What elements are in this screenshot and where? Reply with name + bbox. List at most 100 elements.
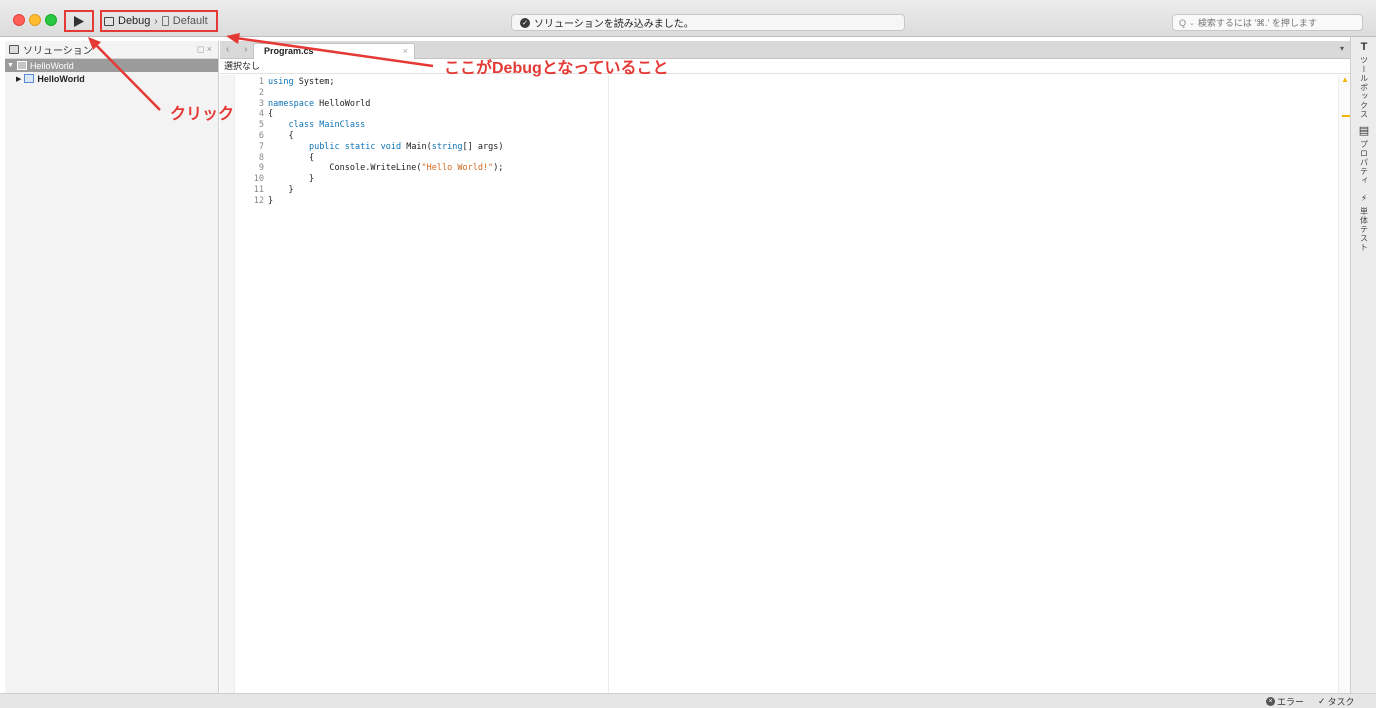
code-token: string [431, 141, 463, 152]
code-line[interactable]: 7 public static void Main(string[] args) [248, 141, 504, 153]
code-token: { [268, 152, 315, 163]
code-text: class MainClass [268, 120, 365, 131]
code-text: public static void Main(string[] args) [268, 141, 504, 153]
code-text: } [268, 196, 273, 207]
dock-toolbox[interactable]: T ツールボックス [1351, 41, 1376, 119]
tasks-label: タスク [1327, 697, 1355, 707]
code-token: { [268, 130, 294, 141]
code-text: { [268, 109, 273, 120]
status-message: ソリューションを読み込みました。 [534, 19, 694, 30]
code-line[interactable]: 8 { [248, 153, 503, 164]
properties-icon: ▤ [1358, 125, 1370, 137]
code-line[interactable]: 1 using System; [248, 77, 503, 88]
code-line[interactable]: 6 { [248, 131, 503, 142]
line-number: 1 [258, 77, 264, 87]
errors-label: エラー [1277, 697, 1305, 707]
collapse-triangle-icon[interactable]: ▶ [16, 75, 21, 83]
tab-program-cs[interactable]: Program.cs × [253, 43, 415, 59]
document-tab-bar: ‹ › Program.cs × ▾ [220, 41, 1350, 59]
play-icon [74, 15, 84, 27]
code-area[interactable]: 1 using System; 2 3 namespace HelloWorld 4{5 … [248, 77, 504, 207]
code-token: } [268, 184, 294, 195]
dock-properties-label: プロパティ [1359, 140, 1369, 185]
right-dock: T ツールボックス ▤ プロパティ ⚡ 単体テスト [1350, 37, 1376, 693]
code-token: MainClass [314, 120, 366, 131]
overview-ruler[interactable]: ▲ [1338, 75, 1350, 693]
line-number: 6 [258, 130, 264, 141]
code-token: ); [493, 163, 504, 174]
dock-properties[interactable]: ▤ プロパティ [1351, 124, 1376, 185]
path-bar[interactable]: 選択なし [220, 59, 1350, 74]
dock-toolbox-label: ツールボックス [1359, 56, 1369, 119]
line-number: 9 [258, 163, 264, 174]
line-number: 12 [253, 195, 264, 206]
code-token: class [288, 120, 315, 131]
code-token: "Hello World!" [421, 163, 494, 174]
path-selection: 選択なし [224, 61, 261, 71]
tree-item-label: HelloWorld [37, 73, 85, 84]
code-token: System; [293, 77, 335, 87]
code-line[interactable]: 5 class MainClass [248, 120, 503, 131]
configuration-selector[interactable]: Debug › Default [104, 12, 208, 30]
line-number: 5 [258, 120, 264, 131]
zoom-window-button[interactable] [45, 14, 57, 26]
code-token: } [268, 195, 274, 206]
solution-pad-title: ソリューション [23, 46, 93, 57]
editor-gutter [220, 75, 235, 693]
tree-item-solution[interactable]: ▼ HelloWorld [5, 59, 218, 72]
code-token: using [268, 77, 294, 87]
line-number: 4 [258, 109, 264, 120]
code-token: HelloWorld [314, 98, 371, 109]
annotation-click: クリック [170, 106, 235, 123]
code-line[interactable]: 11 } [248, 185, 503, 196]
code-text: } [268, 184, 294, 196]
project-icon [24, 74, 35, 83]
code-line[interactable]: 2 [248, 88, 503, 99]
tasks-button[interactable]: ✓ タスク [1318, 695, 1355, 708]
window-icon [104, 16, 114, 26]
code-editor[interactable]: 1 using System; 2 3 namespace HelloWorld 4{5 … [220, 75, 1350, 693]
code-text: } [268, 174, 314, 185]
solution-pad-icon [9, 45, 19, 54]
code-line[interactable]: 4{ [248, 109, 503, 120]
code-text: namespace HelloWorld [268, 99, 370, 110]
expand-triangle-icon[interactable]: ▼ [7, 62, 14, 69]
pad-controls[interactable]: ◻ × [197, 44, 212, 55]
status-display: ✓ ソリューションを読み込みました。 [511, 14, 905, 31]
tree-item-project[interactable]: ▶ HelloWorld [5, 72, 218, 85]
dock-unit-tests-label: 単体テスト [1359, 207, 1369, 252]
warning-icon: ▲ [1341, 75, 1349, 84]
code-line[interactable]: 3 namespace HelloWorld [248, 99, 503, 110]
target-label: Default [172, 15, 208, 27]
tab-label: Program.cs [264, 46, 314, 56]
status-bar: × エラー ✓ タスク [0, 693, 1376, 708]
errors-button[interactable]: × エラー [1266, 695, 1304, 708]
run-button[interactable] [67, 12, 91, 30]
close-window-button[interactable] [13, 14, 25, 26]
code-line[interactable]: 10 } [248, 174, 503, 185]
annotation-debug: ここがDebugとなっていること [444, 60, 669, 77]
code-line[interactable]: 12} [248, 196, 503, 207]
tab-dropdown-icon[interactable]: ▾ [1340, 44, 1344, 53]
minimize-window-button[interactable] [29, 14, 41, 26]
check-icon: ✓ [1318, 696, 1326, 706]
search-input[interactable] [1197, 17, 1358, 28]
search-box[interactable]: Q ⌄ [1172, 14, 1363, 31]
check-icon: ✓ [520, 17, 530, 28]
code-token: public static void [308, 141, 402, 152]
code-text: { [268, 130, 294, 142]
line-number: 2 [258, 87, 264, 98]
navigation-arrows[interactable]: ‹ › [226, 44, 253, 55]
code-token: namespace [268, 98, 315, 109]
code-text: Console.WriteLine("Hello World!"); [268, 163, 503, 174]
close-icon[interactable]: × [403, 44, 408, 59]
line-number: 3 [258, 98, 264, 109]
dock-unit-tests[interactable]: ⚡ 単体テスト [1351, 193, 1376, 252]
error-icon: × [1266, 697, 1275, 706]
solution-icon [16, 61, 27, 70]
code-token: Main( [401, 141, 432, 152]
code-line[interactable]: 9 Console.WriteLine("Hello World!"); [248, 163, 504, 174]
line-number: 11 [253, 184, 264, 195]
